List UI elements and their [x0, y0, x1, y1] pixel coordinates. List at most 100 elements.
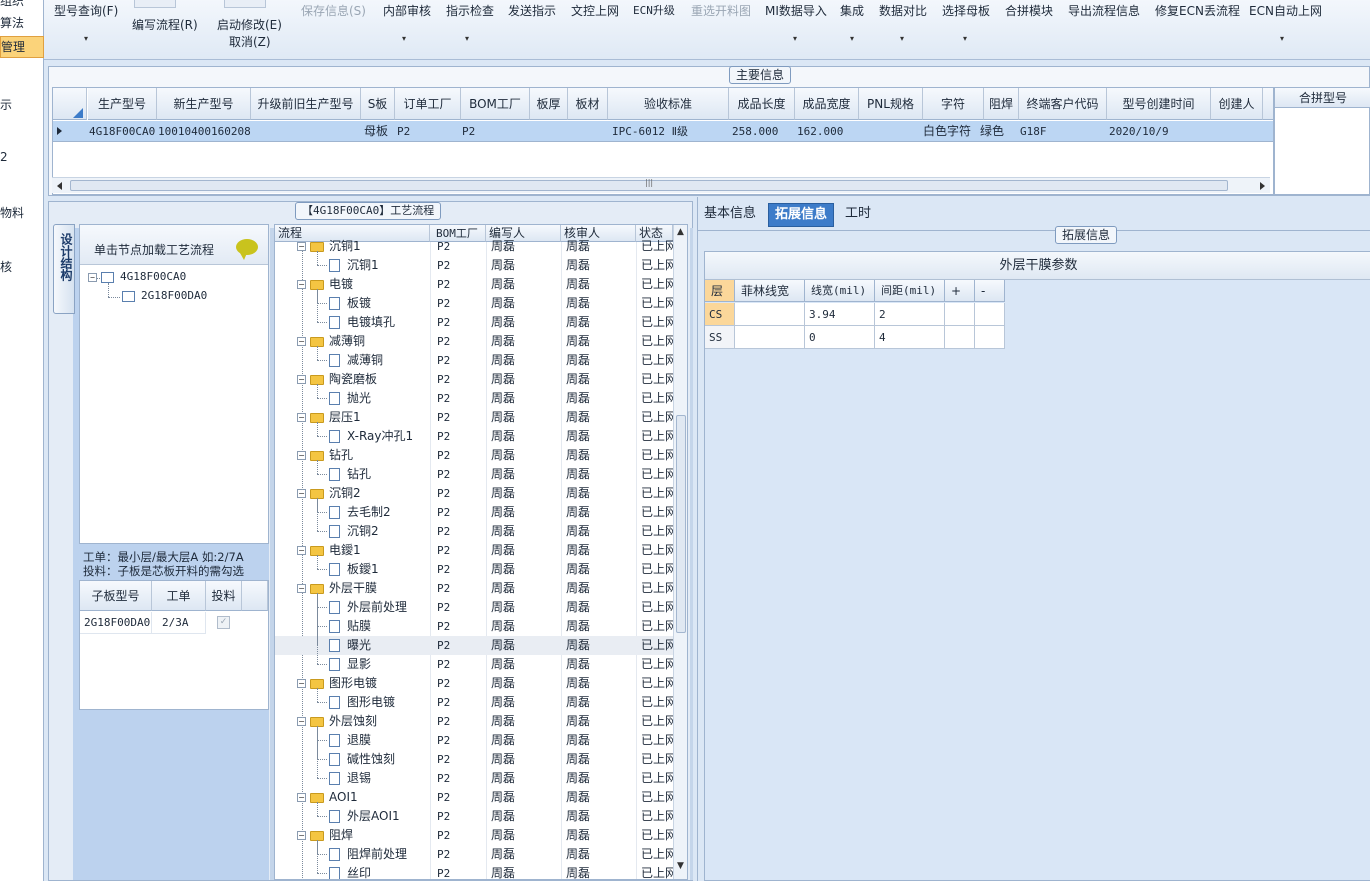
internal-audit-button[interactable]: 内部审核: [383, 2, 431, 19]
cell-new-model[interactable]: 10010400160208: [155, 121, 251, 142]
col-header-add[interactable]: +: [945, 280, 975, 302]
flow-row[interactable]: − 陶瓷磨板 P2 周磊 周磊 已上网: [275, 370, 673, 389]
col-header-bom-factory[interactable]: BOM工厂: [461, 88, 530, 120]
flow-row[interactable]: 曝光 P2 周磊 周磊 已上网: [275, 636, 673, 655]
data-compare-dropdown-icon[interactable]: ▾: [900, 34, 904, 43]
col-header-char[interactable]: 字符: [923, 88, 984, 120]
flow-row[interactable]: 图形电镀 P2 周磊 周磊 已上网: [275, 693, 673, 712]
fix-ecn-flow-button[interactable]: 修复ECN丢流程: [1155, 2, 1240, 19]
flow-vscrollbar[interactable]: ▲ ▼: [673, 225, 687, 879]
feed-checkbox[interactable]: ✓: [217, 616, 230, 629]
flow-row[interactable]: − 钻孔 P2 周磊 周磊 已上网: [275, 446, 673, 465]
flow-row[interactable]: 外层前处理 P2 周磊 周磊 已上网: [275, 598, 673, 617]
flow-row[interactable]: − 沉铜2 P2 周磊 周磊 已上网: [275, 484, 673, 503]
cell-standard[interactable]: IPC-6012 Ⅱ级: [609, 121, 688, 142]
flow-row[interactable]: 碱性蚀刻 P2 周磊 周磊 已上网: [275, 750, 673, 769]
col-header-length[interactable]: 成品长度: [729, 88, 795, 120]
flow-row[interactable]: 退膜 P2 周磊 周磊 已上网: [275, 731, 673, 750]
save-info-button[interactable]: 保存信息(S): [301, 2, 366, 19]
tab-work-hours[interactable]: 工时: [839, 203, 877, 227]
col-header-sub-order[interactable]: 工单: [152, 581, 206, 611]
scroll-up-icon[interactable]: ▲: [677, 227, 684, 237]
left-nav-item-0[interactable]: 组织: [0, 0, 44, 9]
cell-remove[interactable]: [975, 303, 1005, 326]
mi-import-dropdown-icon[interactable]: ▾: [793, 34, 797, 43]
flow-row[interactable]: 阻焊前处理 P2 周磊 周磊 已上网: [275, 845, 673, 864]
collapse-icon[interactable]: −: [297, 679, 306, 688]
col-header-pnl[interactable]: PNL规格: [859, 88, 923, 120]
splitter[interactable]: [690, 228, 693, 880]
design-structure-tab[interactable]: 设计结构: [53, 224, 75, 314]
col-header-create-time[interactable]: 型号创建时间: [1107, 88, 1211, 120]
speech-bubble-icon[interactable]: [236, 239, 258, 260]
cell-add[interactable]: [945, 303, 975, 326]
flow-row[interactable]: − 阻焊 P2 周磊 周磊 已上网: [275, 826, 673, 845]
tree-node-root[interactable]: − 4G18F00CA0: [88, 270, 186, 283]
col-header-sub-feed[interactable]: 投料: [206, 581, 242, 611]
col-header-order-factory[interactable]: 订单工厂: [395, 88, 461, 120]
flow-row[interactable]: 钻孔 P2 周磊 周磊 已上网: [275, 465, 673, 484]
flow-row[interactable]: − 电鑀1 P2 周磊 周磊 已上网: [275, 541, 673, 560]
flow-row[interactable]: 沉铜2 P2 周磊 周磊 已上网: [275, 522, 673, 541]
collapse-icon[interactable]: −: [297, 584, 306, 593]
flow-row[interactable]: 显影 P2 周磊 周磊 已上网: [275, 655, 673, 674]
scroll-left-icon[interactable]: [57, 182, 62, 190]
select-mother-board-button[interactable]: 选择母板: [942, 2, 990, 19]
cell-filin[interactable]: [735, 303, 805, 326]
cell-remove[interactable]: [975, 326, 1005, 349]
flow-row[interactable]: − 外层干膜 P2 周磊 周磊 已上网: [275, 579, 673, 598]
col-header-line-width[interactable]: 线宽(mil): [805, 280, 875, 302]
scroll-right-icon[interactable]: [1260, 182, 1265, 190]
integrate-button[interactable]: 集成: [840, 2, 864, 19]
flow-row[interactable]: − 层压1 P2 周磊 周磊 已上网: [275, 408, 673, 427]
collapse-icon[interactable]: −: [297, 717, 306, 726]
scroll-down-icon[interactable]: ▼: [677, 861, 684, 871]
tree-node-child[interactable]: 2G18F00DA0: [122, 289, 207, 302]
data-compare-button[interactable]: 数据对比: [879, 2, 927, 19]
cell-s-board[interactable]: 母板: [361, 121, 388, 142]
col-header-layer[interactable]: 层: [705, 280, 735, 302]
merge-module-button[interactable]: 合拼模块: [1005, 2, 1053, 19]
cell-order-factory[interactable]: P2: [394, 121, 410, 142]
flow-row[interactable]: 退锡 P2 周磊 周磊 已上网: [275, 769, 673, 788]
flow-row[interactable]: − 减薄铜 P2 周磊 周磊 已上网: [275, 332, 673, 351]
doc-control-online-button[interactable]: 文控上网: [571, 2, 619, 19]
col-header-customer-code[interactable]: 终端客户代码: [1019, 88, 1107, 120]
col-header-standard[interactable]: 验收标准: [608, 88, 729, 120]
cell-sub-order[interactable]: 2/3A: [152, 612, 206, 634]
flow-row[interactable]: 外层AOI1 P2 周磊 周磊 已上网: [275, 807, 673, 826]
cell-line-width[interactable]: 3.94: [805, 303, 875, 326]
export-flow-button[interactable]: 导出流程信息: [1068, 2, 1140, 19]
cell-layer[interactable]: SS: [705, 326, 735, 349]
cell-char[interactable]: 白色字符: [920, 121, 971, 142]
cell-spacing[interactable]: 2: [875, 303, 945, 326]
internal-audit-dropdown-icon[interactable]: ▾: [402, 34, 406, 43]
write-flow-button[interactable]: 编写流程(R): [132, 16, 198, 33]
ecn-upgrade-button[interactable]: ECN升级: [633, 2, 675, 18]
collapse-icon[interactable]: −: [297, 337, 306, 346]
cell-model[interactable]: 4G18F00CA0: [86, 121, 155, 142]
left-nav-item-1[interactable]: 算法: [0, 14, 44, 31]
start-edit-button[interactable]: 启动修改(E): [217, 16, 282, 33]
send-instruction-button[interactable]: 发送指示: [508, 2, 556, 19]
cancel-button[interactable]: 取消(Z): [229, 33, 271, 50]
instruction-check-button[interactable]: 指示检查: [446, 2, 494, 19]
cell-length[interactable]: 258.000: [729, 121, 778, 142]
main-grid-hscrollbar[interactable]: |||: [52, 177, 1270, 193]
flow-row[interactable]: − 外层蚀刻 P2 周磊 周磊 已上网: [275, 712, 673, 731]
cell-filin[interactable]: [735, 326, 805, 349]
vscroll-thumb[interactable]: [676, 415, 686, 633]
collapse-icon[interactable]: −: [297, 451, 306, 460]
flow-row[interactable]: 板鑀1 P2 周磊 周磊 已上网: [275, 560, 673, 579]
cell-width[interactable]: 162.000: [794, 121, 843, 142]
col-header-thickness[interactable]: 板厚: [530, 88, 568, 120]
collapse-icon[interactable]: −: [297, 375, 306, 384]
flow-row[interactable]: 贴膜 P2 周磊 周磊 已上网: [275, 617, 673, 636]
cell-line-width[interactable]: 0: [805, 326, 875, 349]
flow-row[interactable]: 电镀填孔 P2 周磊 周磊 已上网: [275, 313, 673, 332]
col-header-solder[interactable]: 阻焊: [984, 88, 1019, 120]
cell-solder[interactable]: 绿色: [977, 121, 1004, 142]
cell-customer-code[interactable]: G18F: [1017, 121, 1047, 142]
flow-row[interactable]: 去毛制2 P2 周磊 周磊 已上网: [275, 503, 673, 522]
flow-row[interactable]: 减薄铜 P2 周磊 周磊 已上网: [275, 351, 673, 370]
